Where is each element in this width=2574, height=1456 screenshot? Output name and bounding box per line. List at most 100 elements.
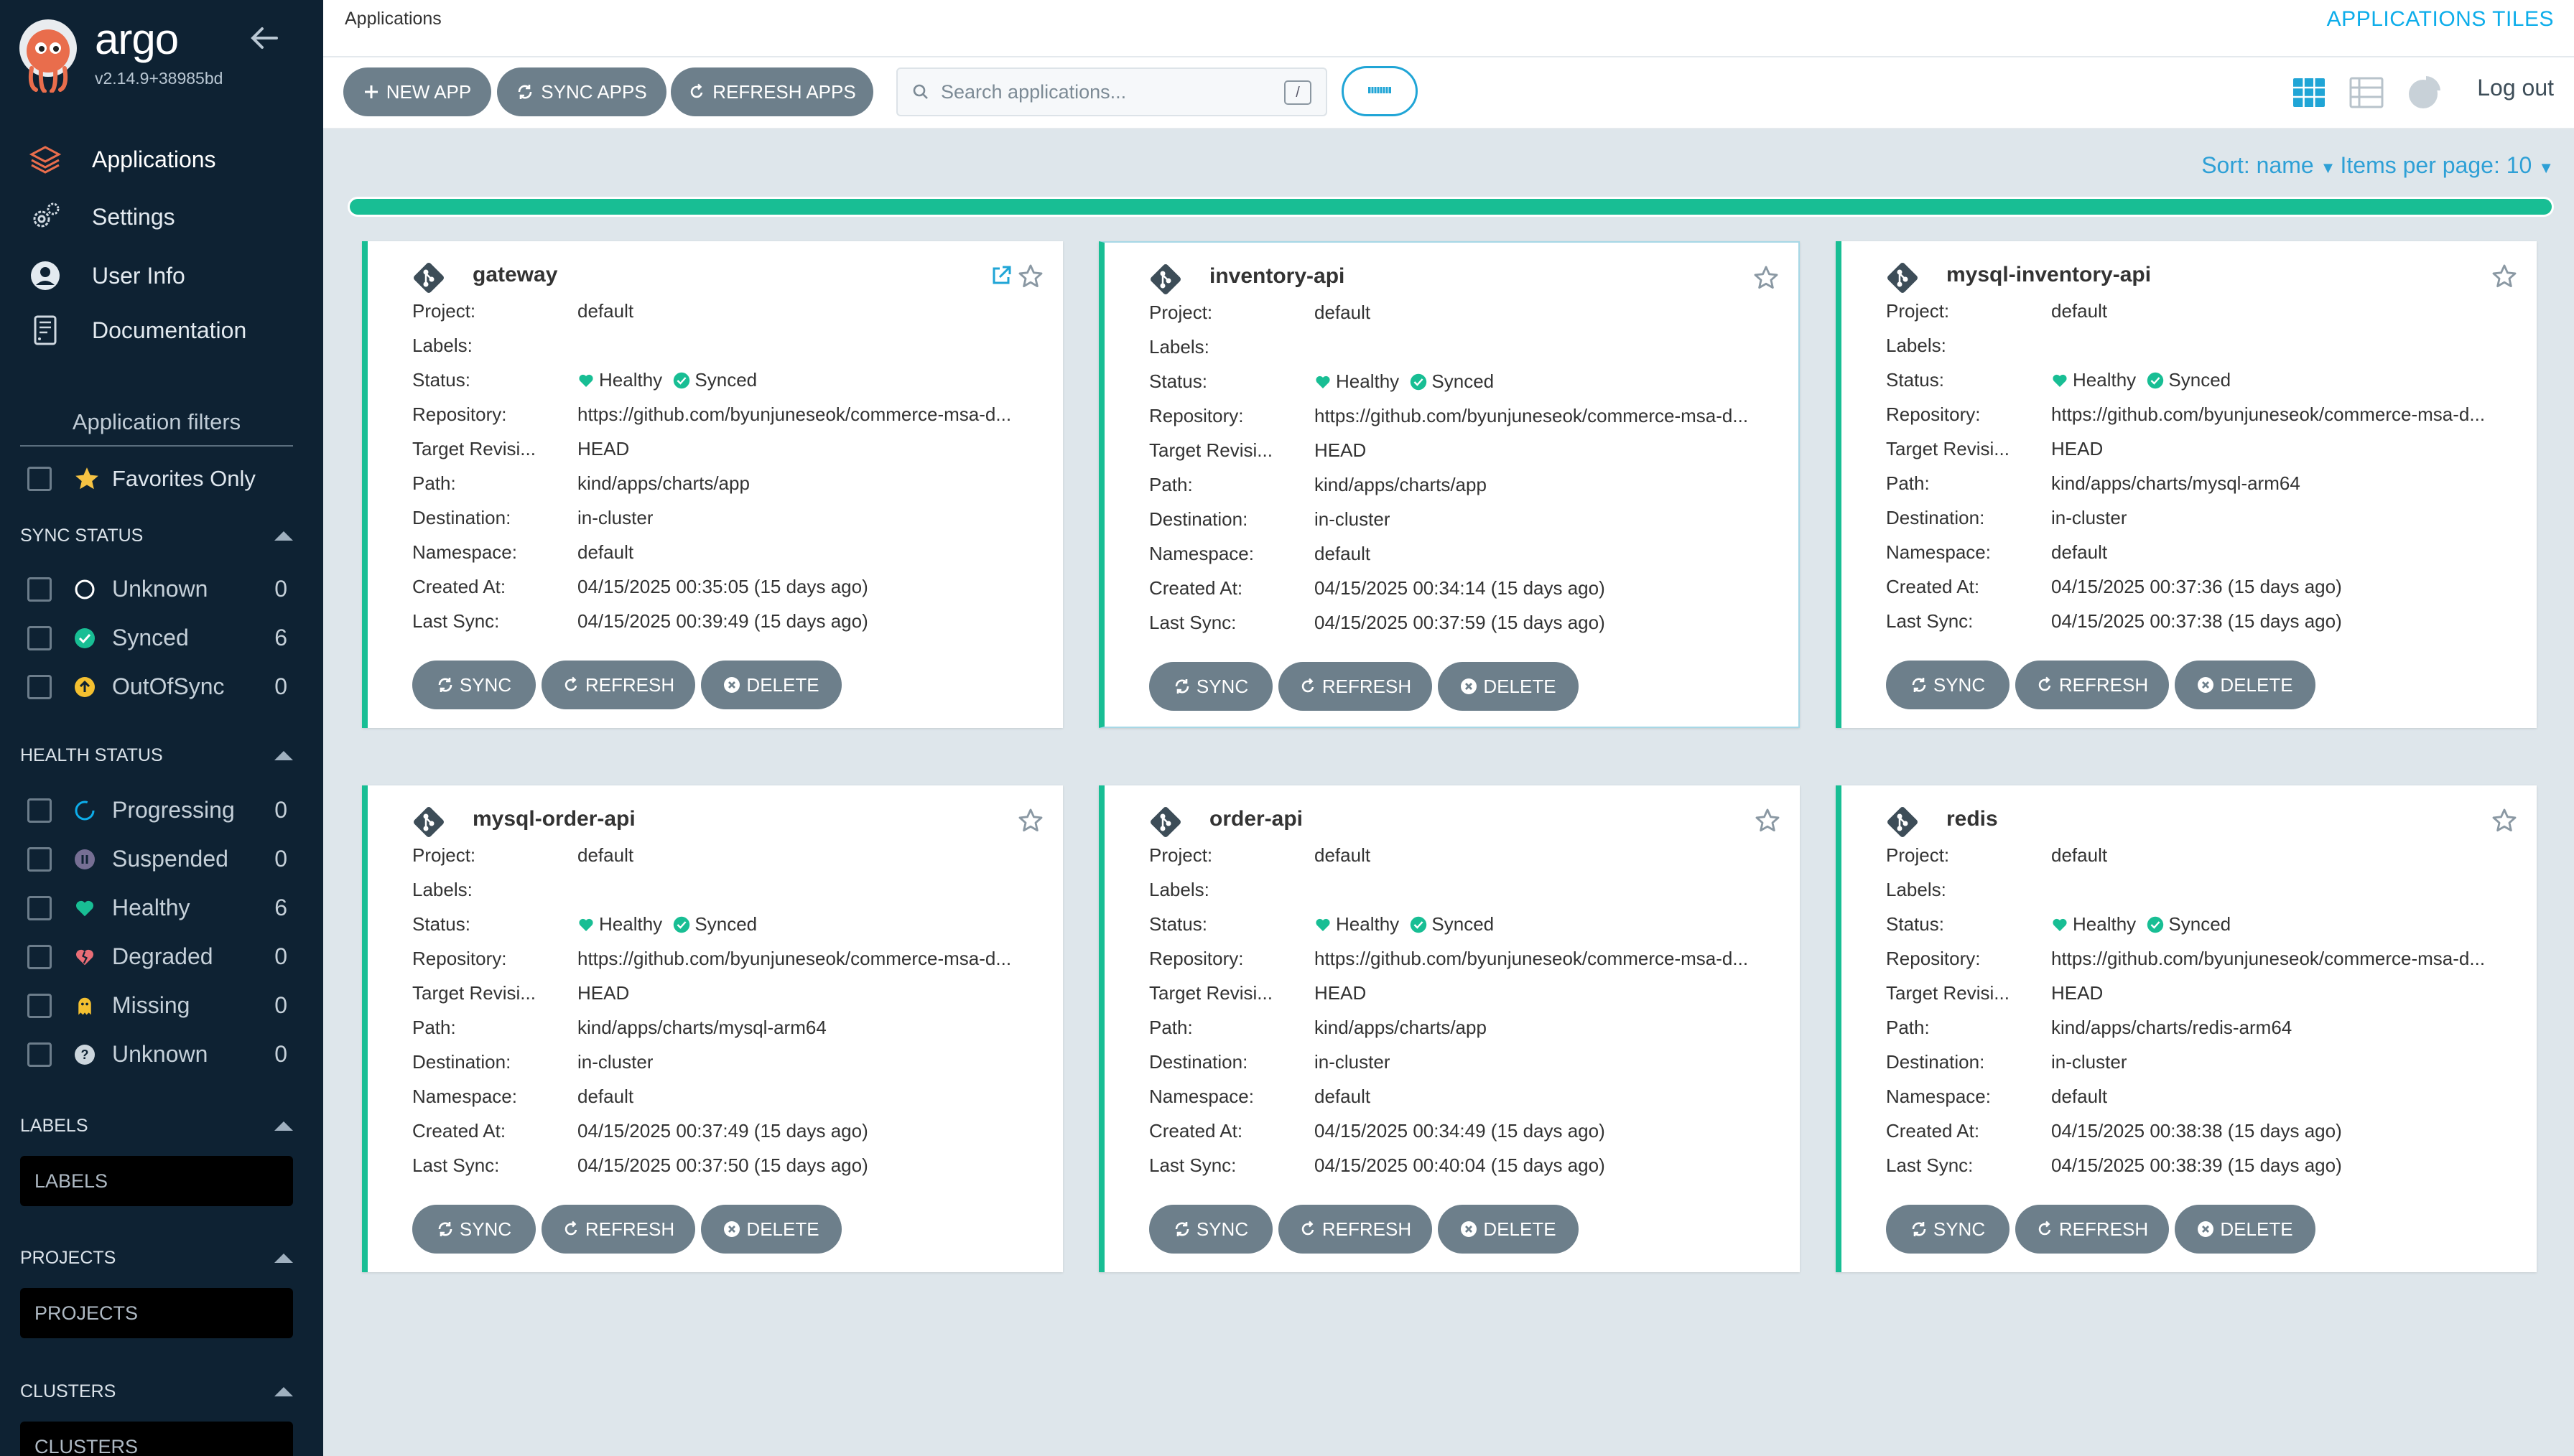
refresh-apps-button[interactable]: REFRESH APPS bbox=[671, 67, 873, 116]
checkbox[interactable] bbox=[27, 467, 52, 491]
filter-health-missing[interactable]: Missing 0 bbox=[27, 992, 287, 1019]
delete-button[interactable]: DELETE bbox=[1438, 1205, 1579, 1254]
checkbox[interactable] bbox=[27, 674, 52, 699]
filter-health-degraded[interactable]: Degraded 0 bbox=[27, 943, 287, 970]
labels-header[interactable]: LABELS bbox=[20, 1116, 293, 1137]
checkbox[interactable] bbox=[27, 993, 52, 1018]
nav-settings[interactable]: Settings bbox=[29, 195, 175, 238]
items-per-page-dropdown[interactable]: Items per page: 10 bbox=[2341, 152, 2532, 178]
sort-controls[interactable]: Sort: name ▼ Items per page: 10 ▼ bbox=[2201, 152, 2554, 179]
list-view-icon[interactable] bbox=[2348, 75, 2384, 111]
filter-count: 0 bbox=[274, 943, 287, 969]
sync-button[interactable]: SYNC bbox=[412, 1205, 536, 1254]
checkbox[interactable] bbox=[27, 895, 52, 920]
projects-filter-input[interactable]: PROJECTS bbox=[20, 1288, 293, 1338]
favorite-star-icon[interactable] bbox=[2491, 807, 2518, 834]
sync-button[interactable]: SYNC bbox=[1886, 1205, 2010, 1254]
checkbox[interactable] bbox=[27, 1042, 52, 1067]
checkbox[interactable] bbox=[27, 625, 52, 650]
clusters-filter-input[interactable]: CLUSTERS bbox=[20, 1422, 293, 1456]
filter-health-suspended[interactable]: Suspended 0 bbox=[27, 846, 287, 872]
delete-button[interactable]: DELETE bbox=[2175, 1205, 2315, 1254]
collapse-triangle-icon[interactable] bbox=[274, 1387, 293, 1396]
refresh-button[interactable]: REFRESH bbox=[1278, 1205, 1432, 1254]
app-name[interactable]: order-api bbox=[1209, 807, 1303, 831]
refresh-button[interactable]: REFRESH bbox=[1278, 662, 1432, 711]
refresh-button[interactable]: REFRESH bbox=[2015, 661, 2169, 709]
sync-button[interactable]: SYNC bbox=[412, 661, 536, 709]
arrow-up-circle-icon bbox=[73, 676, 96, 699]
sync-button[interactable]: SYNC bbox=[1886, 661, 2010, 709]
collapse-sidebar-icon[interactable] bbox=[248, 22, 281, 55]
filter-sync-unknown[interactable]: Unknown 0 bbox=[27, 576, 287, 602]
delete-button[interactable]: DELETE bbox=[2175, 661, 2315, 709]
filter-health-progressing[interactable]: Progressing 0 bbox=[27, 797, 287, 823]
filter-health-unknown[interactable]: ? Unknown 0 bbox=[27, 1041, 287, 1068]
breadcrumb[interactable]: Applications bbox=[345, 9, 442, 29]
app-name[interactable]: mysql-order-api bbox=[473, 807, 636, 831]
refresh-button[interactable]: REFRESH bbox=[542, 1205, 695, 1254]
sort-dropdown[interactable]: Sort: name bbox=[2201, 152, 2314, 178]
application-tile-order-api[interactable]: order-api Project: default Labels: Status… bbox=[1099, 785, 1800, 1272]
clusters-header[interactable]: CLUSTERS bbox=[20, 1381, 293, 1402]
search-input[interactable]: Search applications... / bbox=[896, 67, 1327, 116]
favorite-star-icon[interactable] bbox=[1754, 807, 1781, 834]
favorite-star-icon[interactable] bbox=[1752, 264, 1780, 291]
projects-header[interactable]: PROJECTS bbox=[20, 1248, 293, 1269]
nav-documentation[interactable]: Documentation bbox=[29, 309, 246, 352]
nav-applications[interactable]: Applications bbox=[29, 138, 216, 181]
collapse-triangle-icon[interactable] bbox=[274, 1254, 293, 1263]
application-tile-inventory-api[interactable]: inventory-api Project: default Labels: St… bbox=[1099, 241, 1800, 728]
new-app-button[interactable]: NEW APP bbox=[343, 67, 491, 116]
logout-link[interactable]: Log out bbox=[2477, 75, 2554, 101]
app-name[interactable]: gateway bbox=[473, 263, 557, 287]
delete-button[interactable]: DELETE bbox=[701, 1205, 842, 1254]
labels-filter-input[interactable]: LABELS bbox=[20, 1156, 293, 1206]
argo-octopus-logo[interactable] bbox=[16, 18, 80, 93]
checkbox[interactable] bbox=[27, 577, 52, 602]
collapse-triangle-icon[interactable] bbox=[274, 1121, 293, 1131]
favorite-star-icon[interactable] bbox=[2491, 263, 2518, 290]
refresh-button[interactable]: REFRESH bbox=[542, 661, 695, 709]
nav-user-info[interactable]: User Info bbox=[29, 254, 185, 297]
health-status: Healthy bbox=[577, 369, 662, 391]
field-namespace: Namespace: default bbox=[1149, 1086, 1795, 1108]
application-tile-mysql-inventory-api[interactable]: mysql-inventory-api Project: default Labe… bbox=[1836, 241, 2537, 728]
favorites-only-filter[interactable]: Favorites Only bbox=[27, 465, 256, 493]
sync-button[interactable]: SYNC bbox=[1149, 662, 1273, 711]
refresh-button[interactable]: REFRESH bbox=[2015, 1205, 2169, 1254]
button-label: DELETE bbox=[1483, 675, 1556, 697]
tiles-view-icon[interactable] bbox=[2291, 75, 2327, 111]
delete-button[interactable]: DELETE bbox=[701, 661, 842, 709]
external-link-icon[interactable] bbox=[990, 264, 1013, 287]
delete-button[interactable]: DELETE bbox=[1438, 662, 1579, 711]
app-name[interactable]: mysql-inventory-api bbox=[1946, 263, 2151, 287]
pie-chart-view-icon[interactable] bbox=[2406, 75, 2442, 111]
filter-health-healthy[interactable]: Healthy 6 bbox=[27, 895, 287, 921]
field-destination: Destination: in-cluster bbox=[412, 1051, 1059, 1073]
field-label: Created At: bbox=[1886, 576, 1980, 597]
field-label: Repository: bbox=[1149, 948, 1244, 969]
checkbox[interactable] bbox=[27, 798, 52, 823]
favorite-star-icon[interactable] bbox=[1017, 263, 1044, 290]
application-tile-redis[interactable]: redis Project: default Labels: Status: He… bbox=[1836, 785, 2537, 1272]
sync-status-header[interactable]: SYNC STATUS bbox=[20, 526, 293, 546]
field-namespace: Namespace: default bbox=[1886, 1086, 2532, 1108]
sync-apps-button[interactable]: SYNC APPS bbox=[497, 67, 666, 116]
button-label: SYNC APPS bbox=[541, 80, 647, 103]
app-name[interactable]: redis bbox=[1946, 807, 1998, 831]
collapse-triangle-icon[interactable] bbox=[274, 751, 293, 760]
health-status-header[interactable]: HEALTH STATUS bbox=[20, 745, 293, 766]
filter-sync-outofsync[interactable]: OutOfSync 0 bbox=[27, 673, 287, 700]
application-tile-mysql-order-api[interactable]: mysql-order-api Project: default Labels: … bbox=[362, 785, 1063, 1272]
checkbox[interactable] bbox=[27, 944, 52, 969]
app-name[interactable]: inventory-api bbox=[1209, 264, 1344, 289]
filter-sync-synced[interactable]: Synced 6 bbox=[27, 625, 287, 651]
filter-toggle-button[interactable] bbox=[1342, 66, 1418, 116]
checkbox[interactable] bbox=[27, 846, 52, 872]
application-tile-gateway[interactable]: gateway Project: default Labels: Status: … bbox=[362, 241, 1063, 728]
collapse-triangle-icon[interactable] bbox=[274, 531, 293, 541]
favorite-star-icon[interactable] bbox=[1017, 807, 1044, 834]
sync-button[interactable]: SYNC bbox=[1149, 1205, 1273, 1254]
field-project: Project: default bbox=[1149, 302, 1795, 324]
